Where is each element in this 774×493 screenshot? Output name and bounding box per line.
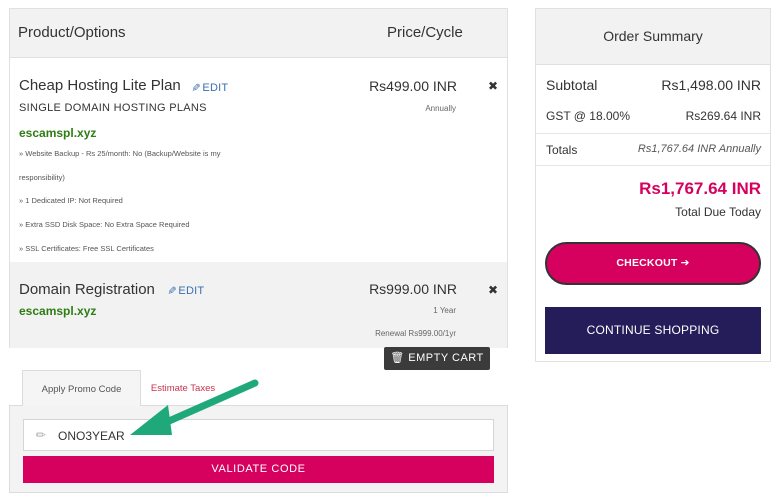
item-cycle: Annually [425, 104, 456, 113]
gst-label: GST @ 18.00% [546, 109, 630, 123]
pencil-icon: ✎ [165, 285, 178, 296]
validate-code-button[interactable]: VALIDATE CODE [23, 456, 494, 483]
product-domain: escamspl.xyz [19, 126, 97, 140]
item-renewal: Renewal Rs999.00/1yr [375, 329, 456, 338]
cart-item-hosting: Cheap Hosting Lite Plan ✎EDIT SINGLE DOM… [10, 59, 507, 262]
product-option: » SSL Certificates: Free SSL Certificate… [19, 244, 154, 253]
price-cycle-header: Price/Cycle [387, 24, 463, 41]
totals-value: Rs1,767.64 INR Annually [637, 143, 761, 155]
cart-item-domain: Domain Registration ✎EDIT escamspl.xyz R… [10, 262, 507, 348]
checkout-button[interactable]: CHECKOUT ➔ [545, 242, 761, 285]
cart-table: Product/Options Price/Cycle Cheap Hostin… [9, 8, 508, 348]
continue-shopping-button[interactable]: CONTINUE SHOPPING [545, 307, 761, 354]
item-price: Rs499.00 INR [369, 78, 457, 94]
edit-link[interactable]: ✎EDIT [189, 81, 228, 94]
pencil-icon: ✎ [189, 82, 202, 93]
product-option: » Website Backup - Rs 25/month: No (Back… [19, 149, 221, 182]
edit-link[interactable]: ✎EDIT [165, 284, 204, 297]
subtotal-label: Subtotal [546, 77, 598, 93]
remove-item-close-icon[interactable]: ✖ [488, 283, 498, 297]
product-group: SINGLE DOMAIN HOSTING PLANS [19, 102, 207, 114]
order-summary-header: Order Summary [536, 9, 770, 65]
total-due-label: Total Due Today [675, 205, 761, 219]
tag-icon: ✎ [32, 426, 50, 444]
promo-code-value: ONO3YEAR [58, 429, 125, 443]
tab-apply-promo-code[interactable]: Apply Promo Code [22, 370, 141, 407]
subtotal-value: Rs1,498.00 INR [661, 77, 761, 93]
tab-estimate-taxes[interactable]: Estimate Taxes [139, 370, 227, 407]
product-name: Domain Registration [19, 281, 155, 298]
order-summary: Order Summary Subtotal Rs1,498.00 INR GS… [535, 8, 771, 362]
product-option: » 1 Dedicated IP: Not Required [19, 196, 123, 205]
product-domain: escamspl.xyz [19, 304, 97, 318]
arrow-right-icon: ➔ [680, 257, 690, 269]
totals-label: Totals [546, 143, 578, 157]
item-price: Rs999.00 INR [369, 281, 457, 297]
product-options-header: Product/Options [18, 24, 126, 41]
total-due-amount: Rs1,767.64 INR [639, 179, 761, 198]
gst-value: Rs269.64 INR [685, 109, 761, 123]
promo-tabs: Apply Promo Code Estimate Taxes [9, 367, 508, 407]
remove-item-close-icon[interactable]: ✖ [488, 79, 498, 93]
item-cycle: 1 Year [433, 306, 456, 315]
product-option: » Extra SSD Disk Space: No Extra Space R… [19, 220, 190, 229]
promo-code-input[interactable]: ✎ ONO3YEAR [23, 419, 494, 451]
order-summary-title: Order Summary [603, 28, 703, 44]
trash-icon: 🗑 [390, 352, 405, 364]
cart-header: Product/Options Price/Cycle [10, 9, 507, 58]
divider [536, 133, 770, 134]
product-name: Cheap Hosting Lite Plan [19, 77, 181, 94]
divider [536, 165, 770, 166]
